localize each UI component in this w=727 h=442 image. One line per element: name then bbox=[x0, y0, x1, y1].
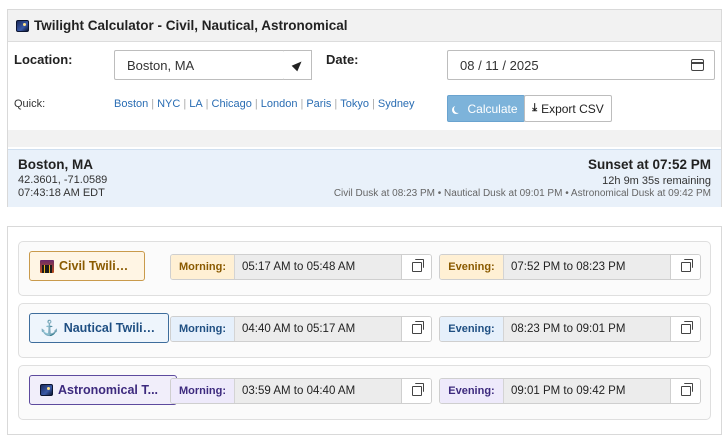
astronomical-twilight-card: Astronomical T... Morning: 03:59 AM to 0… bbox=[18, 365, 711, 420]
divider-strip bbox=[8, 130, 721, 147]
evening-label: Evening: bbox=[440, 379, 504, 403]
copy-icon bbox=[680, 321, 693, 334]
copy-icon bbox=[680, 259, 693, 272]
calculator-panel: Twilight Calculator - Civil, Nautical, A… bbox=[7, 9, 722, 207]
morning-label: Morning: bbox=[171, 317, 235, 341]
morning-label: Morning: bbox=[171, 255, 235, 279]
location-arrow-icon bbox=[291, 58, 304, 72]
export-csv-button-label: Export CSV bbox=[541, 101, 604, 116]
calculate-button-label: Calculate bbox=[467, 101, 518, 116]
astronomical-evening-slot: Evening: 09:01 PM to 09:42 PM bbox=[439, 378, 701, 404]
calendar-icon[interactable] bbox=[691, 59, 704, 71]
civil-morning-value[interactable]: 05:17 AM to 05:48 AM bbox=[235, 255, 402, 279]
date-input[interactable]: 08 / 11 / 2025 bbox=[447, 50, 715, 80]
copy-icon bbox=[411, 383, 424, 396]
copy-button[interactable] bbox=[671, 317, 700, 341]
night-sky-icon bbox=[40, 384, 53, 396]
astronomical-morning-slot: Morning: 03:59 AM to 04:40 AM bbox=[170, 378, 432, 404]
nautical-evening-slot: Evening: 08:23 PM to 09:01 PM bbox=[439, 316, 701, 342]
civil-twilight-card: Civil Twilight Morning: 05:17 AM to 05:4… bbox=[18, 241, 711, 296]
civil-morning-slot: Morning: 05:17 AM to 05:48 AM bbox=[170, 254, 432, 280]
copy-button[interactable] bbox=[402, 255, 431, 279]
nautical-morning-value[interactable]: 04:40 AM to 05:17 AM bbox=[235, 317, 402, 341]
quick-link-tokyo[interactable]: Tokyo bbox=[340, 98, 369, 110]
civil-twilight-badge: Civil Twilight bbox=[29, 251, 145, 281]
civil-twilight-title: Civil Twilight bbox=[59, 259, 134, 273]
date-label: Date: bbox=[326, 52, 359, 67]
city-dusk-icon bbox=[40, 259, 54, 273]
status-dusk-times: Civil Dusk at 08:23 PM • Nautical Dusk a… bbox=[333, 188, 711, 199]
copy-button[interactable] bbox=[402, 379, 431, 403]
status-coordinates: 42.3601, -71.0589 bbox=[18, 174, 108, 186]
status-local-time: 07:43:18 AM EDT bbox=[18, 187, 105, 199]
page-title: Twilight Calculator - Civil, Nautical, A… bbox=[34, 18, 348, 33]
nautical-morning-slot: Morning: 04:40 AM to 05:17 AM bbox=[170, 316, 432, 342]
calculate-button[interactable]: Calculate bbox=[447, 95, 525, 122]
astronomical-twilight-badge: Astronomical T... bbox=[29, 375, 177, 405]
evening-label: Evening: bbox=[440, 255, 504, 279]
status-city: Boston, MA bbox=[18, 157, 93, 172]
status-sunset: Sunset at 07:52 PM bbox=[587, 157, 711, 172]
quick-link-sydney[interactable]: Sydney bbox=[378, 98, 415, 110]
evening-label: Evening: bbox=[440, 317, 504, 341]
results-container: Civil Twilight Morning: 05:17 AM to 05:4… bbox=[7, 226, 722, 435]
nautical-evening-value[interactable]: 08:23 PM to 09:01 PM bbox=[504, 317, 671, 341]
copy-icon bbox=[680, 383, 693, 396]
quick-label: Quick: bbox=[14, 98, 46, 110]
quick-link-boston[interactable]: Boston bbox=[114, 98, 148, 110]
astronomical-evening-value[interactable]: 09:01 PM to 09:42 PM bbox=[504, 379, 671, 403]
quick-link-paris[interactable]: Paris bbox=[306, 98, 331, 110]
nautical-twilight-badge: ⚓ Nautical Twilight bbox=[29, 313, 169, 343]
quick-links: Boston | NYC | LA | Chicago | London | Paris |… bbox=[114, 98, 415, 110]
copy-icon bbox=[411, 259, 424, 272]
copy-button[interactable] bbox=[402, 317, 431, 341]
use-my-location-button[interactable] bbox=[284, 50, 312, 80]
astronomical-twilight-title: Astronomical T... bbox=[58, 383, 159, 397]
moon-icon bbox=[454, 105, 462, 113]
quick-link-london[interactable]: London bbox=[261, 98, 298, 110]
morning-label: Morning: bbox=[171, 379, 235, 403]
status-bar: Boston, MA 42.3601, -71.0589 07:43:18 AM… bbox=[8, 149, 721, 207]
date-value: 08 / 11 / 2025 bbox=[460, 57, 539, 73]
panel-header: Twilight Calculator - Civil, Nautical, A… bbox=[8, 10, 721, 42]
quick-link-nyc[interactable]: NYC bbox=[157, 98, 180, 110]
anchor-icon: ⚓ bbox=[40, 319, 59, 337]
nautical-twilight-card: ⚓ Nautical Twilight Morning: 04:40 AM to… bbox=[18, 303, 711, 358]
location-input[interactable]: Boston, MA bbox=[114, 50, 285, 80]
export-csv-button[interactable]: ⤓ Export CSV bbox=[524, 95, 612, 122]
copy-button[interactable] bbox=[671, 255, 700, 279]
status-remaining: 12h 9m 35s remaining bbox=[602, 175, 711, 187]
civil-evening-slot: Evening: 07:52 PM to 08:23 PM bbox=[439, 254, 701, 280]
download-icon: ⤓ bbox=[532, 102, 538, 114]
quick-link-chicago[interactable]: Chicago bbox=[212, 98, 252, 110]
nautical-twilight-title: Nautical Twilight bbox=[63, 321, 158, 335]
night-sky-icon bbox=[16, 19, 29, 32]
copy-icon bbox=[411, 321, 424, 334]
civil-evening-value[interactable]: 07:52 PM to 08:23 PM bbox=[504, 255, 671, 279]
quick-link-la[interactable]: LA bbox=[189, 98, 202, 110]
copy-button[interactable] bbox=[671, 379, 700, 403]
location-label: Location: bbox=[14, 52, 73, 67]
astronomical-morning-value[interactable]: 03:59 AM to 04:40 AM bbox=[235, 379, 402, 403]
